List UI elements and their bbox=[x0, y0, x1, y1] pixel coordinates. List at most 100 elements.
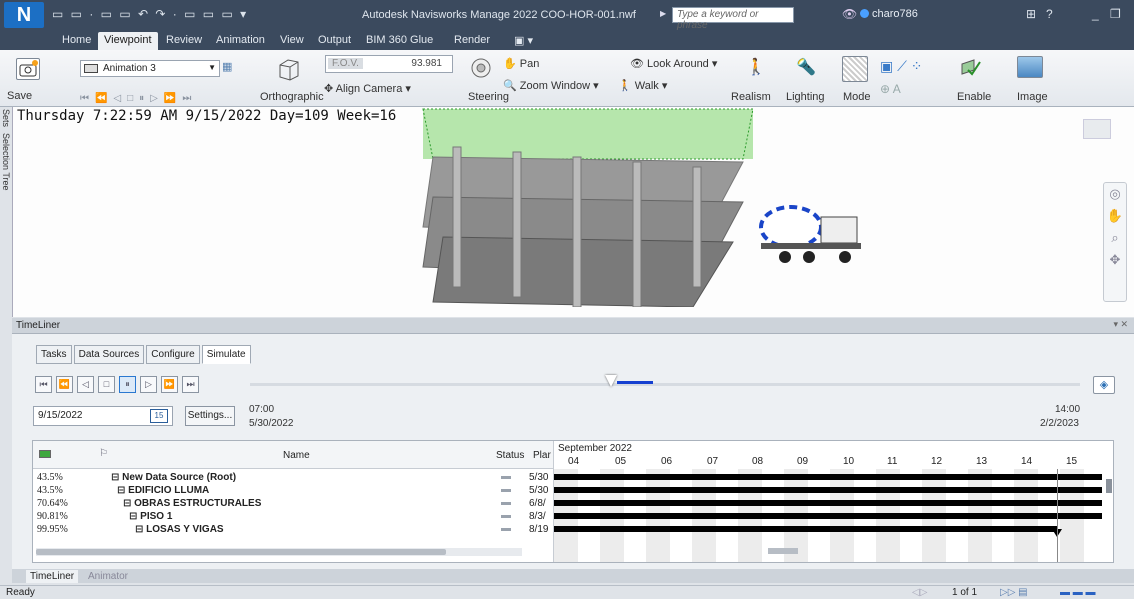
lighting-button[interactable]: Lighting bbox=[786, 91, 825, 103]
settings-button[interactable]: Settings... bbox=[185, 406, 235, 426]
table-row[interactable]: 70.64% ⊟ OBRAS ESTRUCTURALES 6/8/ bbox=[33, 497, 553, 510]
gantt-day-label: 14 bbox=[1021, 456, 1033, 467]
save-button[interactable]: Save bbox=[7, 90, 32, 102]
simulation-slider-thumb[interactable] bbox=[605, 375, 617, 387]
task-grid-hscroll[interactable] bbox=[36, 548, 522, 556]
tab-configure[interactable]: Configure bbox=[146, 345, 200, 364]
minimize-icon[interactable]: _ bbox=[1092, 7, 1099, 21]
row-status-icon bbox=[501, 515, 511, 518]
animation-select[interactable]: Animation 3 ▼ bbox=[80, 60, 220, 77]
animation-settings-icon[interactable]: ▦ bbox=[222, 60, 232, 73]
application-menu-button[interactable]: N bbox=[4, 2, 44, 28]
sheet-browser-icon[interactable]: ▷▷ ▤ bbox=[1000, 587, 1028, 598]
zoom-window-button[interactable]: 🔍 Zoom Window ▾ bbox=[503, 79, 599, 92]
go-to-start-icon[interactable]: ⏮ bbox=[35, 376, 52, 393]
tab-bim360-glue[interactable]: BIM 360 Glue bbox=[360, 32, 439, 50]
go-to-end-icon[interactable]: ⏭ bbox=[182, 376, 199, 393]
fov-field[interactable]: F.O.V. 93.981 bbox=[325, 55, 453, 73]
column-name[interactable]: Name bbox=[283, 450, 310, 461]
align-camera-button[interactable]: ✥ Align Camera ▾ bbox=[324, 82, 411, 95]
calendar-icon[interactable]: 15 bbox=[150, 409, 168, 423]
mode-button[interactable]: Mode bbox=[843, 91, 871, 103]
table-row[interactable]: 90.81% ⊟ PISO 1 8/3/ bbox=[33, 510, 553, 523]
column-planned-start[interactable]: Plar bbox=[533, 450, 551, 461]
column-status[interactable]: Status bbox=[496, 450, 524, 461]
steering-button[interactable]: Steering bbox=[468, 91, 509, 103]
step-back-icon[interactable]: ⏪ bbox=[56, 376, 73, 393]
table-row[interactable]: 99.95% ⊟ LOSAS Y VIGAS 8/19 bbox=[33, 523, 553, 536]
camera-icon bbox=[84, 64, 98, 73]
3d-viewport[interactable]: Thursday 7:22:59 AM 9/15/2022 Day=109 We… bbox=[12, 107, 1134, 317]
walk-button[interactable]: 🚶 Walk ▾ bbox=[618, 79, 667, 92]
tab-render[interactable]: Render bbox=[448, 32, 496, 50]
search-expand-icon[interactable]: ▶ bbox=[660, 9, 666, 18]
tab-view[interactable]: View bbox=[274, 32, 310, 50]
binoculars-icon[interactable]: 👁 bbox=[842, 7, 857, 21]
gantt-vscroll-thumb[interactable] bbox=[1106, 479, 1112, 493]
quick-access-toolbar[interactable]: ▭ ▭ · ▭ ▭ ↶ ↷ · ▭ ▭ ▭ ▾ bbox=[52, 7, 248, 21]
save-viewpoint-icon[interactable] bbox=[16, 58, 40, 80]
tab-review[interactable]: Review bbox=[160, 32, 208, 50]
look-around-button[interactable]: 👁 Look Around ▾ bbox=[630, 57, 717, 70]
table-row[interactable]: 43.5% ⊟ EDIFICIO LLUMA 5/30 bbox=[33, 484, 553, 497]
end-date: 2/2/2023 bbox=[1040, 418, 1079, 429]
flag-column-icon[interactable]: ⚐ bbox=[99, 448, 108, 459]
tab-overflow-icon[interactable]: ▣ ▾ bbox=[508, 32, 539, 50]
restore-icon[interactable]: ❐ bbox=[1110, 7, 1121, 21]
play-reverse-icon[interactable]: ◁ bbox=[77, 376, 94, 393]
gantt-bar[interactable] bbox=[554, 487, 1102, 493]
gantt-bar[interactable] bbox=[554, 474, 1102, 480]
tab-viewpoint[interactable]: Viewpoint bbox=[98, 32, 158, 50]
text-icon[interactable]: ⊕ A bbox=[880, 82, 901, 96]
sets-tab[interactable]: Sets bbox=[1, 109, 11, 127]
progress-column-icon[interactable] bbox=[39, 450, 51, 458]
help-icon[interactable]: ? bbox=[1046, 7, 1053, 21]
table-row[interactable]: 43.5% ⊟ New Data Source (Root) 5/30 bbox=[33, 471, 553, 484]
play-icon[interactable]: ▷ bbox=[140, 376, 157, 393]
navigation-bar[interactable]: ◎ ✋ ⌕ ✥ bbox=[1103, 182, 1127, 302]
lighting-icon: 🔦 bbox=[796, 59, 816, 76]
gantt-bar[interactable] bbox=[554, 526, 1058, 532]
sheet-nav-icon[interactable]: ◁▷ bbox=[912, 587, 927, 598]
scroll-thumb[interactable] bbox=[36, 549, 446, 555]
pan-button[interactable]: ✋ Pan bbox=[503, 57, 539, 70]
orthographic-button[interactable]: Orthographic bbox=[260, 91, 324, 103]
enable-button[interactable]: Enable bbox=[957, 91, 991, 103]
gantt-hscroll-thumb[interactable] bbox=[768, 548, 798, 554]
viewcube-icon[interactable] bbox=[1083, 119, 1111, 139]
pan-label: Pan bbox=[519, 58, 540, 70]
align-camera-label: Align Camera bbox=[335, 83, 403, 95]
tab-animation[interactable]: Animation bbox=[210, 32, 271, 50]
fov-value: 93.981 bbox=[411, 58, 442, 69]
animation-playback-mini-controls[interactable]: ⏮⏪◁□⏸▷⏩⏭ bbox=[80, 93, 197, 104]
task-grid: ⚐ Name Status Plar 43.5% ⊟ New Data Sour… bbox=[32, 440, 1114, 563]
cart-icon[interactable]: ⊞ bbox=[1026, 7, 1036, 21]
gantt-chart[interactable]: September 2022 04 05 06 07 08 09 10 11 1… bbox=[553, 441, 1113, 562]
chevron-down-icon: ▼ bbox=[208, 63, 216, 72]
tab-data-sources[interactable]: Data Sources bbox=[73, 345, 145, 364]
tab-simulate[interactable]: Simulate bbox=[201, 345, 251, 364]
close-icon[interactable]: ▾ ✕ bbox=[1113, 319, 1128, 330]
simulation-slider-track[interactable] bbox=[250, 383, 1080, 386]
tab-animator[interactable]: Animator bbox=[84, 570, 132, 583]
user-account[interactable]: charo786 bbox=[860, 8, 918, 20]
timeliner-tabs: Tasks Data Sources Configure Simulate bbox=[36, 345, 251, 365]
tab-timeliner[interactable]: TimeLiner bbox=[26, 570, 79, 583]
search-input[interactable]: Type a keyword or phrase bbox=[672, 7, 794, 31]
gantt-bar[interactable] bbox=[554, 500, 1102, 506]
gantt-bar[interactable] bbox=[554, 513, 1102, 519]
tab-home[interactable]: Home bbox=[56, 32, 97, 50]
step-forward-icon[interactable]: ⏩ bbox=[161, 376, 178, 393]
pause-icon[interactable]: ⏸ bbox=[119, 376, 136, 393]
selection-tree-tab[interactable]: Selection Tree bbox=[1, 133, 11, 191]
start-time: 07:00 bbox=[249, 404, 275, 415]
gantt-month-label: September 2022 bbox=[558, 443, 632, 454]
realism-button[interactable]: Realism bbox=[731, 91, 771, 103]
background-icon[interactable]: ▣ ⟋ ⁘ bbox=[880, 58, 923, 75]
export-icon[interactable]: ◈ bbox=[1093, 376, 1115, 394]
image-button[interactable]: Image bbox=[1017, 91, 1048, 103]
status-bar: Ready ◁▷ 1 of 1 ▷▷ ▤ ▬ ▬ ▬ bbox=[0, 585, 1134, 599]
tab-output[interactable]: Output bbox=[312, 32, 357, 50]
stop-icon[interactable]: □ bbox=[98, 376, 115, 393]
tab-tasks[interactable]: Tasks bbox=[36, 345, 72, 364]
